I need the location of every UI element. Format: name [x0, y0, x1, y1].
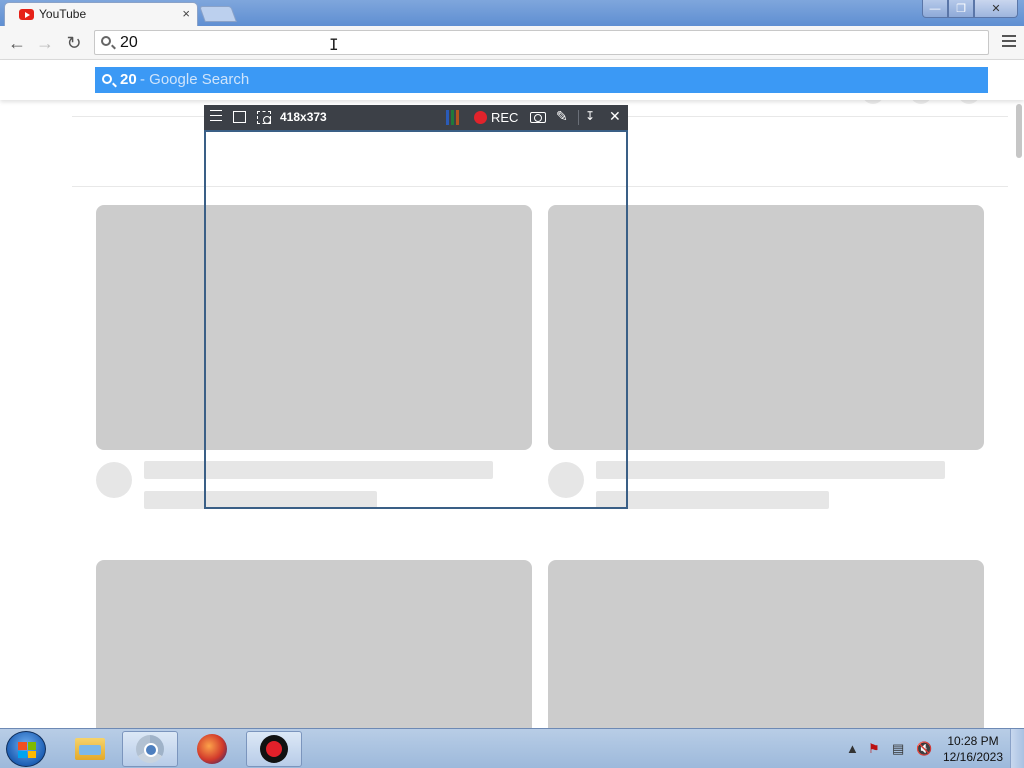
network-icon[interactable]: ▤ [892, 741, 904, 757]
menu-line [1002, 45, 1016, 47]
chrome-icon [136, 735, 164, 763]
clock-time: 10:28 PM [947, 734, 999, 748]
search-icon [102, 74, 112, 84]
capture-region[interactable] [204, 130, 628, 509]
capture-dimensions[interactable]: 418x373 [280, 110, 327, 124]
taskbar-chrome[interactable] [122, 731, 178, 767]
minimize-button[interactable]: — [922, 0, 948, 18]
color-swatch [456, 110, 459, 125]
header-icon-placeholder [910, 100, 932, 104]
menu-line [1002, 40, 1016, 42]
system-tray: ▲ ⚑ ▤ 🔇 10:28 PM 12/16/2023 [840, 729, 1024, 768]
browser-toolbar: ← → ↻ 20 I [0, 26, 1024, 60]
reload-icon: ↻ [66, 32, 82, 53]
show-hidden-icons-icon[interactable]: ▲ [846, 741, 859, 756]
channel-avatar-placeholder [96, 462, 132, 498]
tab-title: YouTube [39, 7, 87, 21]
screen-recorder-overlay: 418x373 REC ✎ ↧ ✕ [204, 105, 628, 509]
new-tab-button[interactable] [199, 6, 237, 22]
start-button[interactable] [6, 731, 46, 767]
taskbar-firefox[interactable] [184, 731, 240, 767]
title-line-placeholder [596, 461, 945, 479]
scrollbar-thumb[interactable] [1016, 104, 1022, 158]
taskbar: ▲ ⚑ ▤ 🔇 10:28 PM 12/16/2023 [0, 728, 1024, 768]
camera-icon[interactable] [530, 112, 546, 123]
recorder-toolbar: 418x373 REC ✎ ↧ ✕ [204, 105, 628, 130]
divider [578, 110, 579, 125]
screen-recorder-icon [260, 735, 288, 763]
header-icon-placeholder [862, 100, 884, 104]
window-controls: — ❐ ✕ [922, 0, 1018, 18]
close-icon[interactable]: ✕ [609, 109, 621, 123]
taskbar-explorer[interactable] [62, 731, 118, 767]
color-swatch [451, 110, 454, 125]
pencil-icon[interactable]: ✎ [556, 109, 568, 123]
folder-icon [75, 738, 105, 760]
record-icon[interactable] [474, 111, 487, 124]
text-cursor-icon: I [329, 35, 339, 54]
taskbar-recorder[interactable] [246, 731, 302, 767]
address-bar[interactable]: 20 I [94, 30, 989, 55]
suggestion-suffix: - Google Search [140, 71, 250, 88]
close-window-button[interactable]: ✕ [974, 0, 1018, 18]
menu-line [210, 120, 222, 121]
select-region-icon[interactable] [257, 111, 271, 124]
browser-titlebar: YouTube × — ❐ ✕ [0, 0, 1024, 26]
back-button[interactable]: ← [5, 31, 29, 55]
arrow-right-icon: → [36, 32, 54, 53]
forward-button[interactable]: → [33, 31, 57, 55]
address-bar-text[interactable]: 20 [120, 34, 138, 52]
windows-logo-icon [18, 742, 36, 758]
youtube-favicon-icon [19, 9, 34, 20]
clock-date: 12/16/2023 [942, 750, 1004, 764]
chevron-down-icon[interactable]: ↧ [585, 109, 595, 123]
color-swatch [446, 110, 449, 125]
maximize-button[interactable]: ❐ [948, 0, 974, 18]
arrow-left-icon: ← [8, 32, 26, 53]
header-icon-placeholder [958, 100, 980, 104]
firefox-icon [197, 734, 227, 764]
menu-line [210, 110, 222, 111]
tab-youtube[interactable]: YouTube × [4, 2, 198, 26]
video-thumbnail-placeholder [548, 560, 984, 728]
tab-close-icon[interactable]: × [182, 6, 190, 21]
search-icon [101, 36, 111, 46]
browser-menu-button[interactable] [1002, 35, 1016, 49]
meta-line-placeholder [596, 491, 829, 509]
menu-line [210, 115, 222, 116]
action-center-flag-icon[interactable]: ⚑ [868, 741, 880, 757]
fullscreen-region-icon[interactable] [233, 111, 246, 123]
show-desktop-button[interactable] [1010, 729, 1024, 768]
omnibox-dropdown: 20 - Google Search [0, 60, 1024, 100]
menu-line [1002, 35, 1016, 37]
video-thumbnail-placeholder [96, 560, 532, 728]
record-button[interactable]: REC [491, 110, 518, 125]
reload-button[interactable]: ↻ [62, 31, 86, 55]
color-indicator [446, 110, 462, 125]
suggestion-query: 20 [120, 71, 137, 88]
volume-muted-icon[interactable]: 🔇 [916, 741, 932, 757]
clock[interactable]: 10:28 PM 12/16/2023 [938, 733, 1008, 765]
menu-icon[interactable] [210, 110, 222, 124]
suggestion-google-search[interactable]: 20 - Google Search [95, 67, 988, 93]
